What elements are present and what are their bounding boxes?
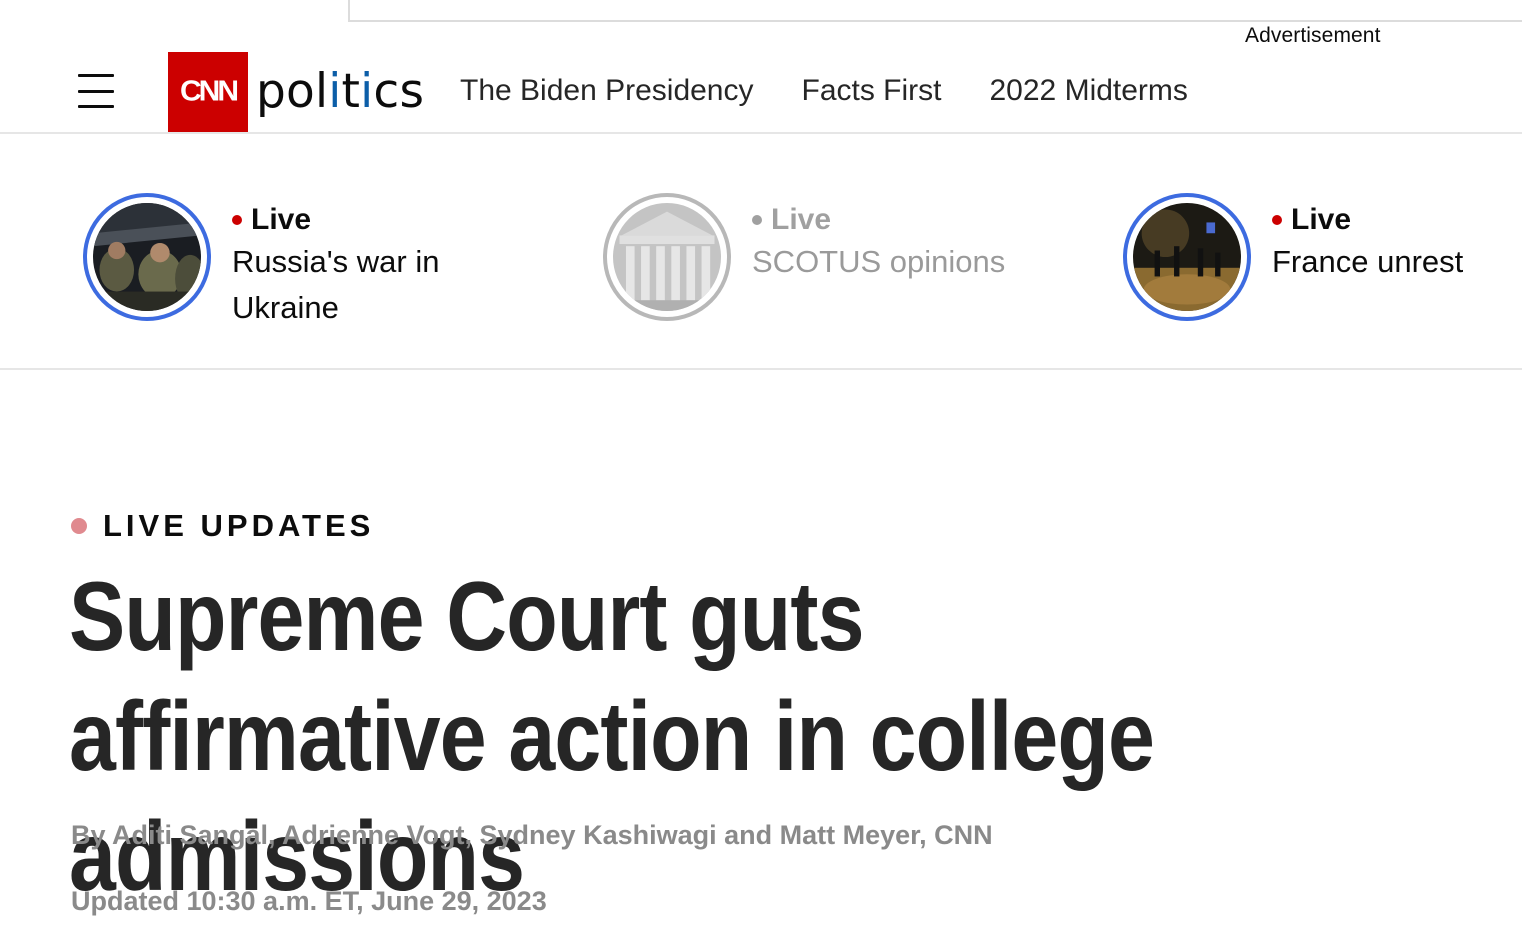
article-timestamp: Updated 10:30 a.m. ET, June 29, 2023 [71,886,547,916]
live-stories-strip: Live Russia's war in Ukraine Live SCOTUS… [0,134,1522,370]
article-headline: Supreme Court guts affirmative action in… [69,561,1155,911]
live-updates-kicker: LIVE UPDATES [71,508,374,544]
ad-slot[interactable] [348,0,1522,22]
live-story-text: Live France unrest [1272,201,1522,321]
story-thumbnail [1133,203,1241,311]
section-name-part: t [341,64,361,119]
nav-link-facts-first[interactable]: Facts First [802,74,942,108]
live-story-title: SCOTUS opinions [752,244,1006,279]
section-name-part: cs [373,64,425,119]
section-name-part: i [328,64,342,119]
menu-line [78,74,114,77]
nav-link-biden-presidency[interactable]: The Biden Presidency [460,74,754,108]
live-tag-label: Live [251,203,312,236]
live-dot-icon [752,215,762,225]
story-avatar-ring [83,193,211,321]
live-tag: Live [752,201,1052,239]
ad-label: Advertisement [1245,24,1381,47]
nav-link-2022-midterms[interactable]: 2022 Midterms [990,74,1188,108]
live-tag-label: Live [1291,203,1352,236]
menu-icon[interactable] [78,74,114,108]
story-avatar-ring [603,193,731,321]
live-story-card[interactable]: Live Russia's war in Ukraine [83,193,492,331]
section-name-part: pol [256,64,329,119]
live-tag: Live [1272,201,1522,239]
section-nav: The Biden Presidency Facts First 2022 Mi… [460,74,1188,108]
cnn-logo-text: CNN [180,75,239,108]
live-tag-label: Live [771,203,832,236]
site-header: CNN politics The Biden Presidency Facts … [0,50,1522,134]
live-dot-icon [232,215,242,225]
section-name-part: i [360,64,374,119]
story-thumbnail [93,203,201,311]
live-story-title: France unrest [1272,244,1464,279]
cnn-logo[interactable]: CNN [168,52,248,132]
menu-line [78,105,114,108]
kicker-label: LIVE UPDATES [103,508,375,543]
live-dot-icon [1272,215,1282,225]
soldiers-thumbnail-image [93,203,201,311]
story-avatar-ring [1123,193,1251,321]
live-story-card[interactable]: Live SCOTUS opinions [603,193,1052,321]
story-thumbnail [613,203,721,311]
menu-line [78,89,114,93]
page: Advertisement CNN politics The Biden Pre… [0,0,1522,936]
live-dot-icon [71,518,87,534]
live-story-text: Live SCOTUS opinions [752,201,1052,321]
live-story-card[interactable]: Live France unrest [1123,193,1522,321]
live-story-text: Live Russia's war in Ukraine [232,201,492,331]
article-byline: By Aditi Sangal, Adrienne Vogt, Sydney K… [71,820,993,850]
street-unrest-thumbnail-image [1133,203,1241,311]
section-name-politics[interactable]: politics [256,63,424,121]
live-tag: Live [232,201,492,239]
live-story-title: Russia's war in Ukraine [232,244,440,325]
supreme-court-thumbnail-image [613,203,721,311]
